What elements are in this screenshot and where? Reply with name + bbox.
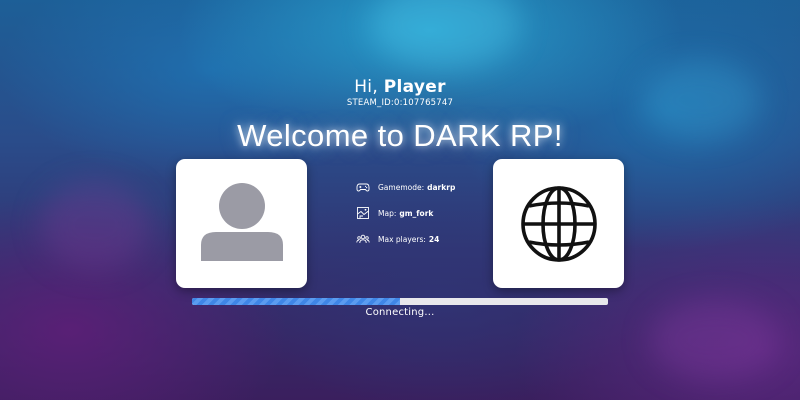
gamemode-label: Gamemode: <box>378 182 425 192</box>
greeting-prefix: Hi, <box>354 77 379 97</box>
gamemode-value: darkrp <box>427 182 456 192</box>
background-bokeh <box>40 180 150 270</box>
max-players-value: 24 <box>428 234 440 244</box>
max-players-label: Max players: <box>378 234 426 244</box>
globe-card <box>493 159 624 288</box>
globe-icon <box>521 186 597 262</box>
connection-status: Connecting... <box>365 307 435 318</box>
loading-progress-bar <box>192 298 608 305</box>
max-players-row: Max players: 24 <box>356 232 486 246</box>
loading-progress-fill <box>192 298 400 305</box>
user-avatar-icon <box>201 183 283 261</box>
welcome-title: Welcome to DARK RP! <box>237 118 563 153</box>
gamepad-icon <box>356 183 370 192</box>
player-name: Player <box>383 77 446 97</box>
avatar-card <box>176 159 307 288</box>
background-bokeh <box>370 0 520 70</box>
map-icon <box>357 207 369 219</box>
greeting: Hi, Player <box>0 76 800 98</box>
map-value: gm_fork <box>399 208 434 218</box>
gamemode-row: Gamemode: darkrp <box>356 180 486 194</box>
players-icon <box>356 234 370 244</box>
map-label: Map: <box>378 208 397 218</box>
steam-id: STEAM_ID:0:107765747 <box>346 98 454 108</box>
loading-screen: { "greeting": { "prefix": "Hi,", "player… <box>0 0 800 400</box>
map-row: Map: gm_fork <box>356 206 486 220</box>
